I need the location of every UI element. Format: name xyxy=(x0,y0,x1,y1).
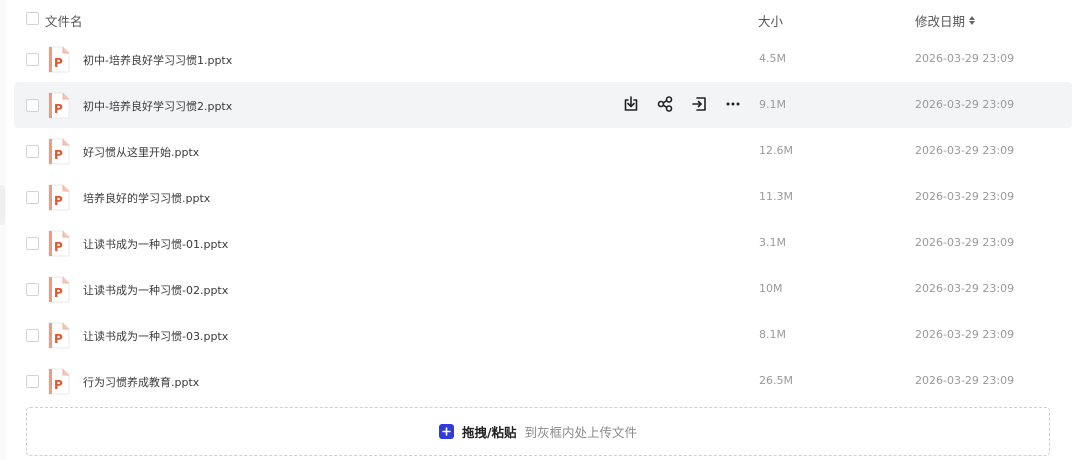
row-checkbox[interactable] xyxy=(26,191,39,204)
ppt-file-icon: P xyxy=(48,46,70,73)
file-size: 8.1M xyxy=(759,328,786,341)
file-list: 文件名 大小 修改日期 P 初中-培养良好学习习惯1.pptx 4.5M 202… xyxy=(14,0,1072,404)
file-name[interactable]: 让读书成为一种习惯-01.pptx xyxy=(83,236,228,252)
svg-text:P: P xyxy=(54,240,63,254)
file-size: 26.5M xyxy=(759,374,793,387)
download-icon[interactable] xyxy=(620,93,641,114)
ppt-file-icon: P xyxy=(48,230,70,257)
row-checkbox[interactable] xyxy=(26,375,39,388)
ppt-file-icon: P xyxy=(48,368,70,395)
left-edge-strip xyxy=(0,0,6,460)
file-name[interactable]: 初中-培养良好学习习惯1.pptx xyxy=(83,52,232,68)
row-checkbox[interactable] xyxy=(26,145,39,158)
select-all-checkbox[interactable] xyxy=(26,12,39,25)
column-header-date[interactable]: 修改日期 xyxy=(915,11,976,30)
share-icon[interactable] xyxy=(654,93,675,114)
svg-text:P: P xyxy=(54,378,63,392)
file-name[interactable]: 让读书成为一种习惯-02.pptx xyxy=(83,282,228,298)
row-actions xyxy=(620,93,743,114)
more-icon[interactable] xyxy=(722,93,743,114)
row-checkbox[interactable] xyxy=(26,237,39,250)
svg-text:P: P xyxy=(54,56,63,70)
column-header-size[interactable]: 大小 xyxy=(758,11,783,30)
file-date: 2026-03-29 23:09 xyxy=(915,282,1015,295)
ppt-file-icon: P xyxy=(48,138,70,165)
row-checkbox[interactable] xyxy=(26,53,39,66)
row-checkbox[interactable] xyxy=(26,329,39,342)
row-checkbox[interactable] xyxy=(26,99,39,112)
file-name[interactable]: 初中-培养良好学习习惯2.pptx xyxy=(83,98,232,114)
table-row[interactable]: P 让读书成为一种习惯-01.pptx 3.1M 2026-03-29 23:0… xyxy=(14,220,1072,266)
upload-action-label: 拖拽/粘贴 xyxy=(461,425,517,440)
table-row[interactable]: P 让读书成为一种习惯-03.pptx 8.1M 2026-03-29 23:0… xyxy=(14,312,1072,358)
upload-dropzone[interactable]: 拖拽/粘贴 到灰框内处上传文件 xyxy=(26,407,1050,456)
file-date: 2026-03-29 23:09 xyxy=(915,190,1015,203)
file-size: 11.3M xyxy=(759,190,793,203)
table-row[interactable]: P 好习惯从这里开始.pptx 12.6M 2026-03-29 23:09 xyxy=(14,128,1072,174)
file-date: 2026-03-29 23:09 xyxy=(915,98,1015,111)
row-checkbox[interactable] xyxy=(26,283,39,296)
table-row[interactable]: P 初中-培养良好学习习惯2.pptx 9.1M 2026-03-29 23:0… xyxy=(14,82,1072,128)
file-size: 12.6M xyxy=(759,144,793,157)
ppt-file-icon: P xyxy=(48,322,70,349)
svg-text:P: P xyxy=(54,148,63,162)
column-header-date-label: 修改日期 xyxy=(915,14,966,29)
file-date: 2026-03-29 23:09 xyxy=(915,328,1015,341)
ppt-file-icon: P xyxy=(48,276,70,303)
file-date: 2026-03-29 23:09 xyxy=(915,374,1015,387)
column-header-name[interactable]: 文件名 xyxy=(45,11,83,30)
file-size: 10M xyxy=(759,282,783,295)
sidebar-collapse-handle[interactable] xyxy=(0,185,5,225)
file-size: 9.1M xyxy=(759,98,786,111)
plus-icon xyxy=(438,424,454,439)
file-name[interactable]: 好习惯从这里开始.pptx xyxy=(83,144,199,160)
file-date: 2026-03-29 23:09 xyxy=(915,236,1015,249)
file-date: 2026-03-29 23:09 xyxy=(915,144,1015,157)
file-name[interactable]: 培养良好的学习习惯.pptx xyxy=(83,190,210,206)
file-size: 3.1M xyxy=(759,236,786,249)
svg-text:P: P xyxy=(54,194,63,208)
table-row[interactable]: P 行为习惯养成教育.pptx 26.5M 2026-03-29 23:09 xyxy=(14,358,1072,404)
file-name[interactable]: 行为习惯养成教育.pptx xyxy=(83,374,199,390)
table-row[interactable]: P 让读书成为一种习惯-02.pptx 10M 2026-03-29 23:09 xyxy=(14,266,1072,312)
move-icon[interactable] xyxy=(688,93,709,114)
svg-text:P: P xyxy=(54,332,63,346)
svg-text:P: P xyxy=(54,102,63,116)
table-row[interactable]: P 初中-培养良好学习习惯1.pptx 4.5M 2026-03-29 23:0… xyxy=(14,36,1072,82)
svg-text:P: P xyxy=(54,286,63,300)
sort-icon[interactable] xyxy=(969,16,976,25)
table-row[interactable]: P 培养良好的学习习惯.pptx 11.3M 2026-03-29 23:09 xyxy=(14,174,1072,220)
list-header: 文件名 大小 修改日期 xyxy=(14,0,1072,36)
file-size: 4.5M xyxy=(759,52,786,65)
ppt-file-icon: P xyxy=(48,184,70,211)
file-date: 2026-03-29 23:09 xyxy=(915,52,1015,65)
upload-hint: 到灰框内处上传文件 xyxy=(524,425,638,440)
ppt-file-icon: P xyxy=(48,92,70,119)
file-name[interactable]: 让读书成为一种习惯-03.pptx xyxy=(83,328,228,344)
